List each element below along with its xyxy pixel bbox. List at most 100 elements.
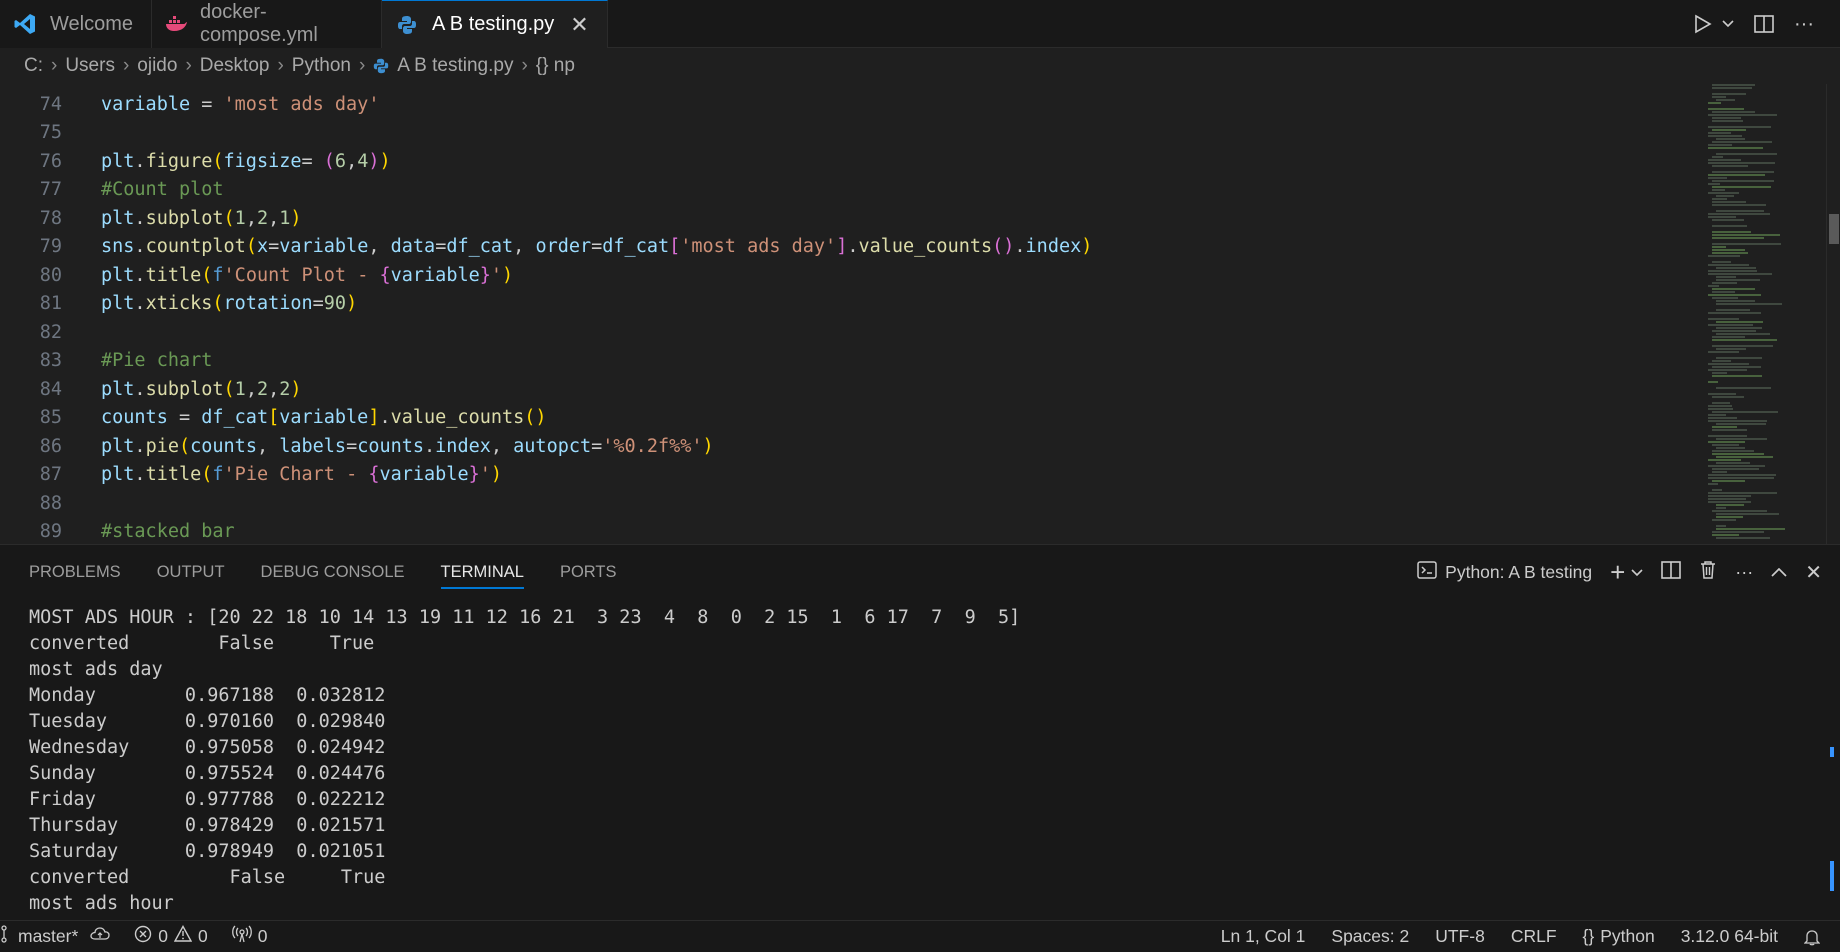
tab-docker-compose[interactable]: docker-compose.yml xyxy=(152,0,382,48)
breadcrumb-item[interactable]: Desktop xyxy=(200,55,270,77)
scrollbar-thumb[interactable] xyxy=(1829,214,1839,244)
terminal-selector[interactable]: Python: A B testing xyxy=(1417,560,1592,584)
chevron-down-icon[interactable] xyxy=(1722,19,1734,29)
encoding-status[interactable]: UTF-8 xyxy=(1435,926,1485,947)
minimap-line xyxy=(1712,246,1726,248)
cursor-position[interactable]: Ln 1, Col 1 xyxy=(1221,926,1306,947)
minimap-line xyxy=(1712,480,1745,482)
minimap-line xyxy=(1716,528,1785,530)
minimap-line xyxy=(1712,186,1771,188)
minimap-line xyxy=(1708,273,1772,275)
branch-status[interactable]: master* xyxy=(0,925,110,948)
minimap-line xyxy=(1708,126,1771,128)
minimap-line xyxy=(1712,444,1739,446)
minimap-line xyxy=(1712,243,1781,245)
chevron-right-icon: › xyxy=(185,55,192,76)
code-text: sns.countplot(x=variable, data=df_cat, o… xyxy=(101,236,1093,257)
more-actions-icon[interactable]: ··· xyxy=(1794,13,1814,36)
minimap-line xyxy=(1708,405,1732,407)
code-text: variable = 'most ads day' xyxy=(101,93,380,115)
add-terminal-icon[interactable]: + xyxy=(1610,557,1625,588)
breadcrumb-item[interactable]: Users xyxy=(65,55,115,77)
tab-welcome[interactable]: Welcome xyxy=(0,0,152,48)
language-mode[interactable]: {} Python xyxy=(1583,926,1655,947)
editor-scrollbar[interactable] xyxy=(1826,84,1840,544)
minimap-line xyxy=(1708,183,1720,185)
minimap-line xyxy=(1712,372,1727,374)
minimap-line xyxy=(1712,219,1744,221)
tab-output[interactable]: OUTPUT xyxy=(157,545,225,599)
indentation-status[interactable]: Spaces: 2 xyxy=(1331,926,1409,947)
minimap-line xyxy=(1712,87,1752,89)
minimap-line xyxy=(1716,525,1726,527)
bell-icon[interactable] xyxy=(1804,928,1820,946)
minimap-line xyxy=(1708,102,1721,104)
terminal-output[interactable]: MOST ADS HOUR : [20 22 18 10 14 13 19 11… xyxy=(29,605,1020,917)
minimap-line xyxy=(1708,174,1765,176)
minimap-line xyxy=(1708,294,1761,296)
code-line: 77 #Count plot xyxy=(0,176,1700,205)
line-number: 84 xyxy=(39,378,62,400)
breadcrumb-item[interactable]: C: xyxy=(24,55,43,77)
breadcrumb-item[interactable]: Python xyxy=(292,55,351,77)
minimap-line xyxy=(1708,465,1765,467)
interpreter-status[interactable]: 3.12.0 64-bit xyxy=(1681,926,1778,947)
terminal-line: converted False True xyxy=(29,633,375,654)
terminal-line: most ads hour xyxy=(29,893,174,914)
minimap-line xyxy=(1712,402,1730,404)
tab-ports[interactable]: PORTS xyxy=(560,545,617,599)
more-actions-icon[interactable]: ··· xyxy=(1735,562,1753,583)
tab-problems[interactable]: PROBLEMS xyxy=(29,545,121,599)
minimap-line xyxy=(1712,360,1731,362)
breadcrumb: C: › Users › ojido › Desktop › Python › A B t… xyxy=(0,48,1840,84)
warning-icon xyxy=(173,925,193,948)
minimap-line xyxy=(1712,429,1747,431)
eol-status[interactable]: CRLF xyxy=(1511,926,1557,947)
minimap-line xyxy=(1712,204,1766,206)
minimap-line xyxy=(1712,111,1755,113)
close-icon[interactable]: ✕ xyxy=(1805,560,1822,585)
minimap-line xyxy=(1708,270,1757,272)
chevron-right-icon: › xyxy=(51,55,58,76)
chevron-up-icon[interactable] xyxy=(1771,562,1787,583)
minimap-line xyxy=(1716,423,1766,425)
minimap-line xyxy=(1708,135,1742,137)
minimap-line xyxy=(1708,420,1767,422)
chevron-down-icon[interactable] xyxy=(1631,562,1643,583)
tab-debug-console[interactable]: DEBUG CONSOLE xyxy=(261,545,405,599)
minimap-line xyxy=(1716,309,1750,311)
code-text: plt.pie(counts, labels=counts.index, aut… xyxy=(101,435,714,457)
minimap-line xyxy=(1708,144,1732,146)
problems-status[interactable]: 0 0 xyxy=(134,925,208,948)
minimap-line xyxy=(1708,324,1753,326)
trash-icon[interactable] xyxy=(1699,560,1717,585)
breadcrumb-item[interactable]: {} np xyxy=(536,55,575,77)
terminal-scrollbar[interactable] xyxy=(1826,601,1840,921)
vscode-icon xyxy=(12,11,38,37)
split-editor-icon[interactable] xyxy=(1754,15,1774,33)
breadcrumb-item[interactable]: A B testing.py xyxy=(397,55,513,77)
terminal-line: Saturday 0.978949 0.021051 xyxy=(29,841,386,862)
ports-status[interactable]: 0 xyxy=(231,925,268,948)
cloud-sync-icon[interactable] xyxy=(90,926,110,947)
terminal-line: Wednesday 0.975058 0.024942 xyxy=(29,737,386,758)
minimap-line xyxy=(1712,519,1736,521)
minimap-line xyxy=(1708,501,1751,503)
minimap-line xyxy=(1712,225,1747,227)
minimap-line xyxy=(1712,426,1737,428)
code-line: 78 plt.subplot(1,2,1) xyxy=(0,205,1700,234)
tab-terminal[interactable]: TERMINAL xyxy=(440,545,525,599)
minimap-line xyxy=(1708,492,1777,494)
code-line: 81 plt.xticks(rotation=90) xyxy=(0,290,1700,319)
code-editor[interactable]: 73 74variable = 'most ads day' 75 76plt.… xyxy=(0,84,1840,544)
run-icon[interactable] xyxy=(1694,14,1712,34)
line-number: 76 xyxy=(39,150,62,172)
split-terminal-icon[interactable] xyxy=(1661,560,1682,584)
status-bar: master* 0 0 0 Ln 1, Col 1 Spaces: 2 UTF-… xyxy=(0,920,1840,952)
breadcrumb-item[interactable]: ojido xyxy=(137,55,177,77)
minimap[interactable] xyxy=(1706,84,1826,544)
close-icon[interactable]: ✕ xyxy=(570,12,588,38)
minimap-line xyxy=(1712,234,1780,236)
tab-ab-testing[interactable]: A B testing.py ✕ xyxy=(382,0,608,48)
minimap-line xyxy=(1712,471,1727,473)
